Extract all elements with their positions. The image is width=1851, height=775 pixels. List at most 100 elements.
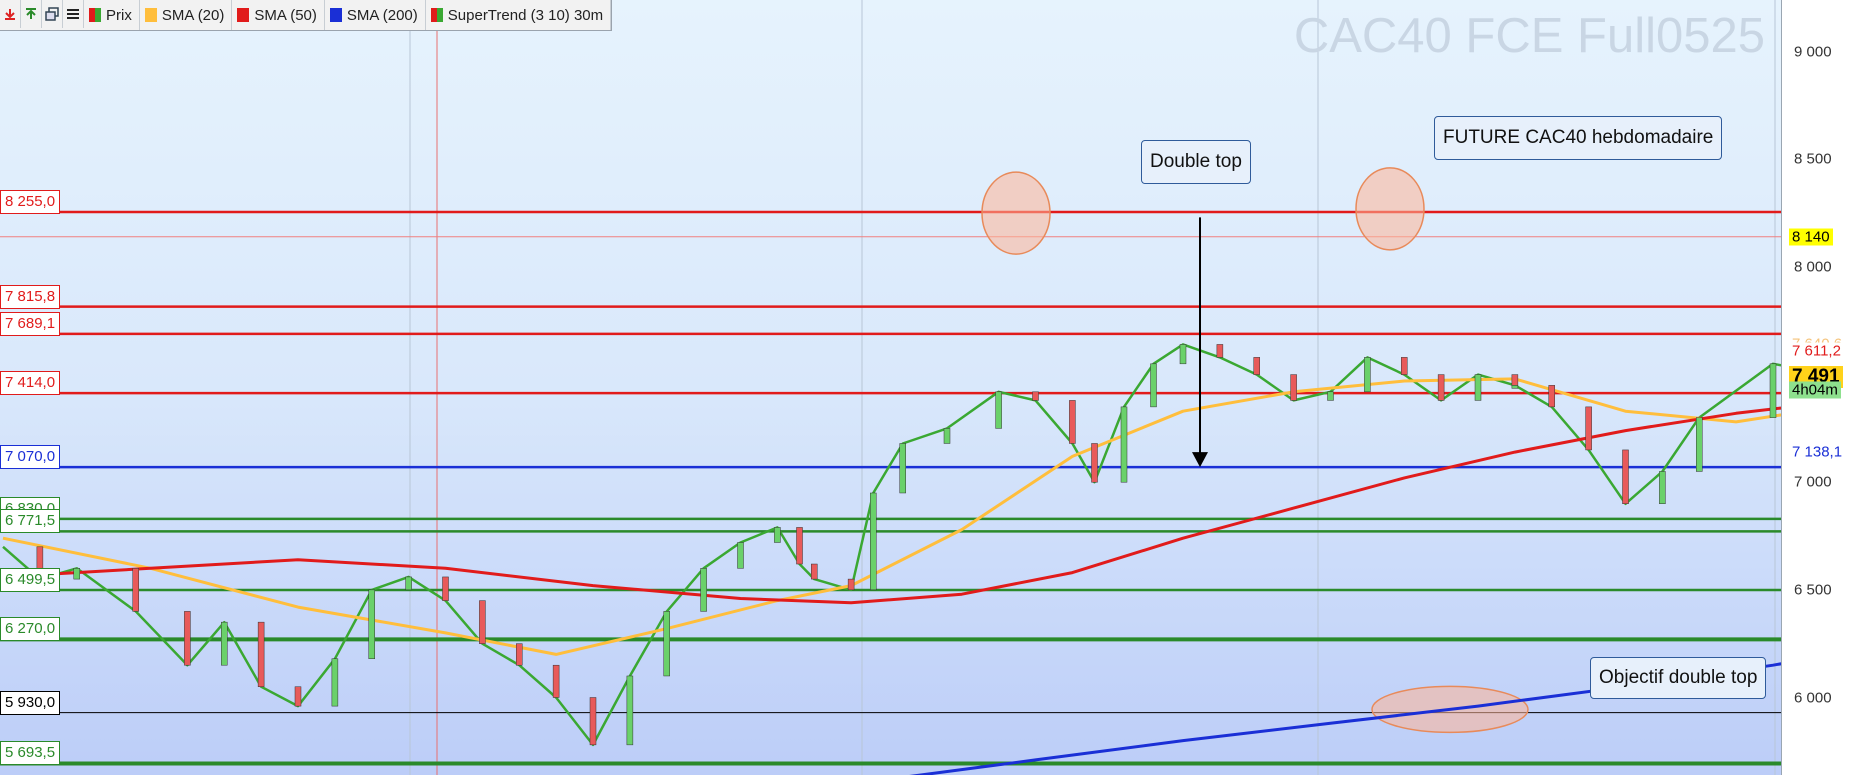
indicator-label: SMA (200) — [346, 6, 418, 24]
future-annotation: FUTURE CAC40 hebdomadaire — [1434, 116, 1723, 160]
indicator-swatch-icon — [329, 8, 342, 22]
level-label: 7 414,0 — [0, 371, 61, 396]
top2-circle — [1355, 167, 1425, 251]
candle — [943, 428, 951, 444]
indicator-label: SMA (50) — [254, 6, 317, 24]
candle — [405, 576, 412, 591]
level-label: 7 070,0 — [0, 445, 61, 470]
candle — [1364, 357, 1371, 393]
indicator-toolbar: Prix SMA (20) SMA (50) SMA (200) SuperTrend … — [0, 0, 613, 31]
candle — [899, 443, 906, 494]
level-label: 6 771,5 — [0, 509, 61, 534]
candle — [1401, 357, 1408, 375]
toolbar-indicator-0[interactable]: Prix — [84, 0, 140, 30]
indicator-swatch-icon — [144, 8, 157, 22]
chart-watermark: CAC40 FCE Full0525 — [1293, 9, 1765, 63]
candle — [1253, 357, 1260, 375]
download-icon[interactable] — [0, 0, 21, 28]
candle — [294, 686, 302, 707]
series-line-1 — [1514, 362, 1781, 506]
objectif-annotation: Objectif double top — [1590, 657, 1767, 699]
candle — [1216, 344, 1224, 358]
candle — [1511, 374, 1519, 386]
series-line-2 — [2, 377, 1781, 656]
candle — [870, 492, 877, 591]
series-line-0 — [2, 343, 1516, 747]
candle — [442, 576, 449, 601]
toolbar-indicator-4[interactable]: SuperTrend (3 10) 30m — [426, 0, 612, 30]
double-top-arrowhead — [1192, 452, 1208, 468]
price-axis: 9 0008 5008 0007 0006 5006 0008 1407 640… — [1781, 0, 1851, 775]
indicator-label: SuperTrend (3 10) 30m — [447, 6, 604, 24]
candle — [516, 643, 523, 666]
level-label: 5 693,5 — [0, 741, 61, 766]
candle — [589, 697, 597, 746]
axis-tick-label: 8 000 — [1794, 258, 1832, 276]
toolbar-indicator-2[interactable]: SMA (50) — [232, 0, 325, 30]
list-icon[interactable] — [63, 0, 84, 28]
candle — [700, 568, 707, 612]
candle — [552, 664, 560, 698]
candle — [1091, 443, 1098, 483]
level-label: 8 255,0 — [0, 190, 61, 215]
candle — [995, 391, 1002, 429]
candle — [1290, 374, 1297, 401]
axis-tick-label: 9 000 — [1794, 43, 1832, 61]
double-top-annotation: Double top — [1141, 140, 1251, 184]
toolbar-indicator-1[interactable]: SMA (20) — [140, 0, 233, 30]
candle — [1474, 374, 1482, 401]
candle — [1120, 406, 1128, 483]
axis-tick-label: 6 500 — [1794, 581, 1832, 599]
candle — [1150, 363, 1157, 408]
candle — [663, 611, 670, 677]
candle — [796, 527, 803, 565]
axis-tick-label: 8 500 — [1794, 150, 1832, 168]
candle — [1179, 344, 1187, 365]
level-label: 5 930,0 — [0, 690, 61, 715]
candle — [1327, 391, 1334, 401]
candle — [1032, 391, 1039, 401]
indicator-label: SMA (20) — [161, 6, 225, 24]
level-label: 7 689,1 — [0, 311, 61, 336]
indicator-swatch-icon — [237, 8, 250, 22]
axis-price-tag: 8 140 — [1789, 228, 1833, 246]
axis-price-tag: 7 138,1 — [1789, 443, 1846, 461]
candle — [1437, 374, 1445, 401]
candle — [774, 527, 781, 543]
axis-tick-label: 7 000 — [1794, 473, 1832, 491]
candle — [737, 542, 744, 569]
upload-icon[interactable] — [21, 0, 42, 28]
toolbar-items: Prix SMA (20) SMA (50) SMA (200) SuperTrend … — [63, 0, 612, 30]
window-icon[interactable] — [42, 0, 63, 28]
level-label: 6 499,5 — [0, 567, 61, 592]
candle — [847, 578, 855, 591]
candle — [132, 568, 139, 612]
level-label: 7 815,8 — [0, 284, 61, 309]
candle — [1548, 385, 1555, 408]
candle — [1769, 363, 1777, 418]
indicator-swatch-icon — [430, 8, 443, 22]
toolbar-indicator-3[interactable]: SMA (200) — [325, 0, 426, 30]
chart-plot-area[interactable]: CAC40 FCE Full0525 Double top FUTURE CAC… — [0, 0, 1781, 775]
candle — [1696, 417, 1703, 472]
candle — [221, 621, 228, 666]
axis-tick-label: 6 000 — [1794, 689, 1832, 706]
candle — [73, 568, 80, 580]
candle — [479, 600, 486, 644]
candle — [1659, 471, 1666, 505]
candle — [184, 611, 191, 666]
candle — [257, 621, 265, 687]
axis-price-tag: 7 611,2 — [1789, 342, 1844, 360]
candle — [1069, 400, 1076, 444]
top1-circle — [981, 171, 1051, 255]
candle — [1585, 406, 1592, 451]
level-label: 6 270,0 — [0, 617, 61, 642]
indicator-label: Prix — [106, 6, 132, 24]
candle — [1622, 449, 1629, 504]
candle — [331, 658, 339, 707]
candle — [368, 589, 375, 659]
candle — [626, 675, 634, 746]
series-line-4 — [909, 662, 1781, 775]
candle — [811, 563, 818, 580]
candle — [1511, 385, 1519, 389]
